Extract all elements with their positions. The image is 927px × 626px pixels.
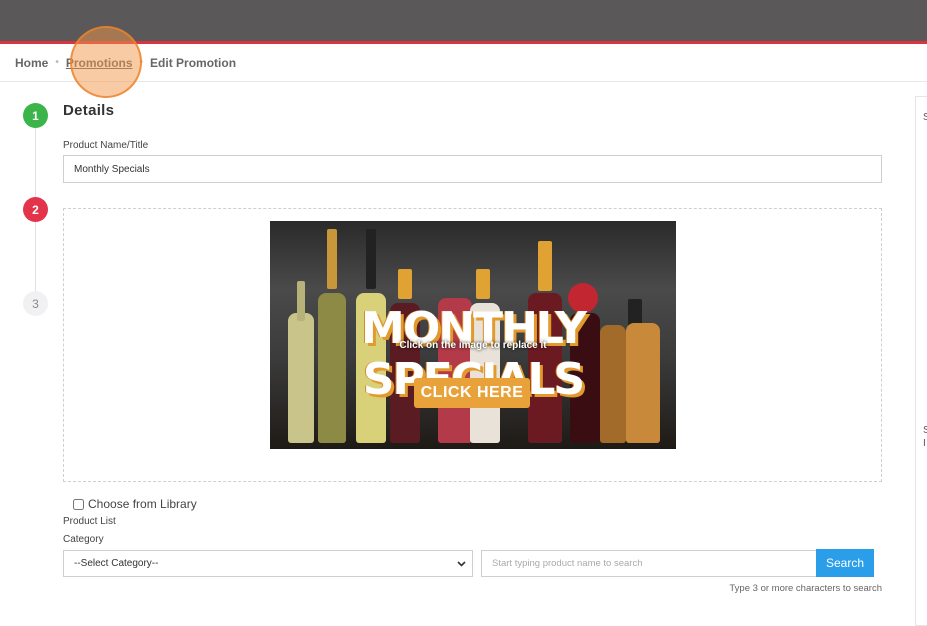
- breadcrumb-home-link[interactable]: Home: [15, 56, 48, 70]
- category-selected-value: --Select Category--: [74, 558, 159, 569]
- chevron-down-icon: [457, 560, 466, 567]
- breadcrumb-current: Edit Promotion: [150, 55, 237, 70]
- bottle-neck: [327, 229, 337, 289]
- product-list-label: Product List: [63, 516, 116, 527]
- image-dropzone[interactable]: MONTHLY SPECIALS Click on the image to r…: [63, 208, 882, 482]
- choose-from-library-label: Choose from Library: [88, 497, 197, 511]
- promo-cta-button: CLICK HERE: [414, 378, 530, 408]
- side-panel-text: I: [923, 438, 926, 449]
- product-name-input[interactable]: [63, 155, 882, 183]
- bottle-neck: [398, 269, 412, 299]
- breadcrumb-separator: •: [55, 57, 59, 68]
- section-title: Details: [63, 102, 115, 119]
- side-panel: S S I: [915, 96, 927, 626]
- top-navigation-bar: [0, 0, 927, 41]
- product-search-input[interactable]: Start typing product name to search: [481, 550, 817, 577]
- choose-from-library-checkbox[interactable]: [73, 498, 84, 510]
- bottle-neck: [366, 229, 376, 289]
- product-name-label: Product Name/Title: [63, 140, 149, 151]
- replace-image-hint: Click on the image to replace it: [399, 340, 547, 351]
- choose-from-library-option[interactable]: Choose from Library: [73, 497, 197, 511]
- bottle-neck: [476, 269, 490, 299]
- step-3-badge[interactable]: 3: [23, 291, 48, 316]
- step-1-badge[interactable]: 1: [23, 103, 48, 128]
- step-connector: [35, 128, 36, 197]
- search-button[interactable]: Search: [816, 549, 874, 577]
- search-hint: Type 3 or more characters to search: [729, 583, 882, 594]
- bottle-neck: [538, 241, 552, 291]
- step-connector: [35, 222, 36, 291]
- product-search-placeholder: Start typing product name to search: [492, 558, 643, 569]
- side-panel-text: S: [923, 112, 927, 123]
- click-indicator: [70, 26, 142, 98]
- category-select[interactable]: --Select Category--: [63, 550, 473, 577]
- step-2-badge[interactable]: 2: [23, 197, 48, 222]
- category-label: Category: [63, 534, 104, 545]
- promo-image[interactable]: MONTHLY SPECIALS Click on the image to r…: [270, 221, 676, 449]
- side-panel-text: S: [923, 425, 927, 436]
